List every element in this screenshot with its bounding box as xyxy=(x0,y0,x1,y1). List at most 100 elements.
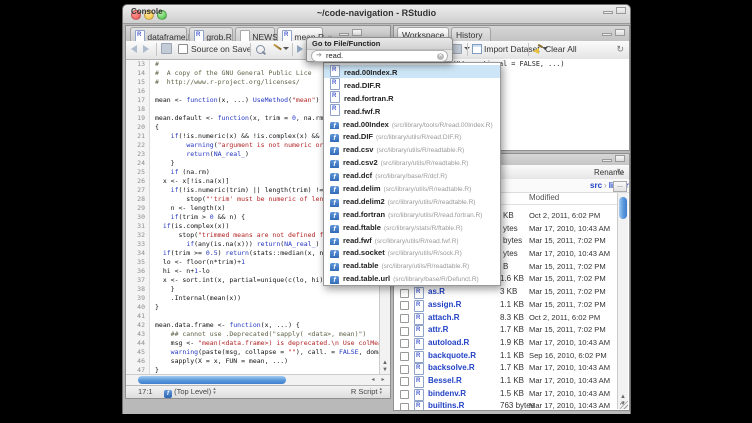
minimize-pane-icon[interactable] xyxy=(339,33,349,36)
find-button[interactable] xyxy=(256,43,265,56)
file-checkbox[interactable] xyxy=(400,339,409,348)
file-row-backsolve.R[interactable]: Rbacksolve.R1.7 KBMar 17, 2010, 10:43 AM xyxy=(394,362,617,375)
goto-result-read.fwf[interactable]: fread.fwf(src/library/utils/R/read.fwf.R… xyxy=(324,233,500,246)
goto-result-read.table[interactable]: fread.table(src/library/utils/R/readtabl… xyxy=(324,258,500,271)
scope-selector[interactable]: f (Top Level)▴▾ xyxy=(164,387,216,398)
file-checkbox[interactable] xyxy=(400,301,409,310)
goto-result-read.00Index.R[interactable]: Rread.00Index.R xyxy=(324,65,500,78)
breadcrumb-src[interactable]: src xyxy=(590,181,602,190)
goto-result-read.DIF.R[interactable]: Rread.DIF.R xyxy=(324,78,500,91)
goto-result-read.00Index[interactable]: fread.00Index(src/library/tools/R/read.0… xyxy=(324,117,500,130)
goto-result-read.DIF[interactable]: fread.DIF(src/library/utils/R/read.DIF.R… xyxy=(324,129,500,142)
file-checkbox[interactable] xyxy=(400,365,409,374)
file-row-as.R[interactable]: Ras.R3 KBMar 15, 2011, 7:02 PM xyxy=(394,286,617,299)
file-name[interactable]: bindenv.R xyxy=(428,388,466,401)
file-row-autoload.R[interactable]: Rautoload.R1.9 KBMar 17, 2010, 10:43 AM xyxy=(394,337,617,350)
scroll-up-arrow[interactable]: ▲ xyxy=(618,395,628,400)
code-line[interactable]: sapply(X = x, FUN = mean, ...) xyxy=(155,357,379,366)
editor-tab-grob.R[interactable]: R grob.R✕ xyxy=(189,27,233,41)
goto-result-read.fortran[interactable]: fread.fortran(src/library/utils/R/read.f… xyxy=(324,207,500,220)
file-row-Bessel.R[interactable]: RBessel.R1.1 KBMar 17, 2010, 10:43 AM xyxy=(394,375,617,388)
code-line[interactable] xyxy=(155,312,379,321)
modified-column-header[interactable]: Modified xyxy=(529,192,559,204)
maximize-pane-icon[interactable] xyxy=(615,29,625,36)
scroll-right-arrow[interactable]: ▸ xyxy=(378,378,388,383)
file-row-assign.R[interactable]: Rassign.R1.1 KBMar 15, 2011, 7:02 PM xyxy=(394,299,617,312)
scrollbar-thumb[interactable] xyxy=(619,197,627,219)
files-vertical-scrollbar[interactable]: ▲ ▼ xyxy=(617,193,628,409)
scroll-down-arrow[interactable]: ▼ xyxy=(380,368,390,373)
code-line[interactable]: mean.data.frame <- function(x, ...) { xyxy=(155,321,379,330)
goto-result-read.fwf.R[interactable]: Rread.fwf.R xyxy=(324,104,500,117)
code-line[interactable]: .Internal(mean(x)) xyxy=(155,294,379,303)
goto-result-read.socket[interactable]: fread.socket(src/library/utils/R/sock.R) xyxy=(324,245,500,258)
run-button[interactable] xyxy=(297,43,303,56)
save-button[interactable] xyxy=(161,43,172,56)
file-row-bindenv.R[interactable]: Rbindenv.R1.5 KBMar 17, 2010, 10:43 AM xyxy=(394,388,617,401)
resize-grip[interactable] xyxy=(620,401,628,409)
code-line[interactable]: msg <- "mean(<data.frame>) is deprecated… xyxy=(155,339,379,348)
file-name[interactable]: Bessel.R xyxy=(428,375,462,388)
clear-search-button[interactable]: ✕ xyxy=(437,53,444,60)
goto-result-read.ftable[interactable]: fread.ftable(src/library/stats/R/ftable.… xyxy=(324,220,500,233)
code-tools-button[interactable] xyxy=(272,43,289,56)
file-name[interactable]: attr.R xyxy=(428,324,448,337)
goto-result-read.delim[interactable]: fread.delim(src/library/utils/R/readtabl… xyxy=(324,181,500,194)
file-checkbox[interactable] xyxy=(400,327,409,336)
file-size: 1.1 KB xyxy=(500,350,524,363)
file-name[interactable]: builtins.R xyxy=(428,400,464,410)
file-name[interactable]: as.R xyxy=(428,286,445,299)
breadcrumb-overflow-button[interactable]: ... xyxy=(613,181,627,192)
refresh-button[interactable]: ↻ xyxy=(616,43,624,56)
window-titlebar[interactable]: ~/code-navigation - RStudio xyxy=(123,5,630,24)
file-type-selector[interactable]: R Script▴▾ xyxy=(351,387,382,396)
file-row-backquote.R[interactable]: Rbackquote.R1.1 KBSep 16, 2010, 6:02 PM xyxy=(394,350,617,363)
goto-result-read.csv[interactable]: fread.csv(src/library/utils/R/readtable.… xyxy=(324,142,500,155)
tab-history[interactable]: History xyxy=(451,27,491,41)
file-name[interactable]: backsolve.R xyxy=(428,362,475,375)
minimize-pane-icon[interactable] xyxy=(602,33,612,36)
goto-search-input[interactable]: ➔ read. ✕ xyxy=(311,50,448,62)
file-row-attr.R[interactable]: Rattr.R1.7 KBMar 15, 2011, 7:02 PM xyxy=(394,324,617,337)
goto-result-read.csv2[interactable]: fread.csv2(src/library/utils/R/readtable… xyxy=(324,155,500,168)
file-checkbox[interactable] xyxy=(400,390,409,399)
code-line[interactable]: ## cannot use .Deprecated("sapply( <data… xyxy=(155,330,379,339)
file-checkbox[interactable] xyxy=(400,377,409,386)
maximize-pane-icon[interactable] xyxy=(615,155,625,162)
goto-result-read.table.url[interactable]: fread.table.url(src/library/base/R/Defun… xyxy=(324,271,500,284)
minimize-pane-icon[interactable] xyxy=(603,11,613,14)
maximize-pane-icon[interactable] xyxy=(352,29,362,36)
editor-tab-dataframe.R[interactable]: R dataframe.R✕ xyxy=(130,27,187,41)
minimize-pane-icon[interactable] xyxy=(602,159,612,162)
file-checkbox[interactable] xyxy=(400,352,409,361)
file-row-attach.R[interactable]: Rattach.R8.3 KBOct 2, 2011, 6:02 PM xyxy=(394,312,617,325)
scrollbar-thumb[interactable] xyxy=(138,376,286,384)
file-checkbox[interactable] xyxy=(400,314,409,323)
code-line[interactable]: } xyxy=(155,285,379,294)
scroll-left-arrow[interactable]: ◂ xyxy=(368,378,378,383)
file-name[interactable]: autoload.R xyxy=(428,337,469,350)
code-line[interactable]: warning(paste(msg, collapse = ""), call.… xyxy=(155,348,379,357)
source-on-save-checkbox[interactable]: Source on Save xyxy=(178,43,251,56)
goto-result-read.dcf[interactable]: fread.dcf(src/library/base/R/dcf.R) xyxy=(324,168,500,181)
file-checkbox[interactable] xyxy=(400,403,409,410)
clear-all-button[interactable]: Clear All xyxy=(533,43,577,56)
maximize-pane-icon[interactable] xyxy=(616,7,626,14)
result-label: read.csv xyxy=(343,145,373,154)
code-line[interactable]: } xyxy=(155,366,379,374)
scroll-up-arrow[interactable]: ▲ xyxy=(380,361,390,366)
goto-result-read.fortran.R[interactable]: Rread.fortran.R xyxy=(324,91,500,104)
refresh-button[interactable]: ↻ xyxy=(616,166,624,179)
goto-result-read.delim2[interactable]: fread.delim2(src/library/utils/R/readtab… xyxy=(324,194,500,207)
file-name[interactable]: backquote.R xyxy=(428,350,476,363)
nav-back-button[interactable] xyxy=(131,43,137,56)
file-name[interactable]: attach.R xyxy=(428,312,460,325)
editor-tab-NEWS[interactable]: NEWS✕ xyxy=(235,27,275,41)
file-name[interactable]: assign.R xyxy=(428,299,461,312)
nav-forward-button[interactable] xyxy=(143,43,149,56)
file-checkbox[interactable] xyxy=(400,289,409,298)
line-number: 36 xyxy=(126,267,145,276)
result-path: (src/library/utils/R/readtable.R) xyxy=(381,263,469,270)
code-line[interactable]: } xyxy=(155,303,379,312)
file-row-builtins.R[interactable]: Rbuiltins.R763 bytesMar 17, 2010, 10:43 … xyxy=(394,400,617,410)
